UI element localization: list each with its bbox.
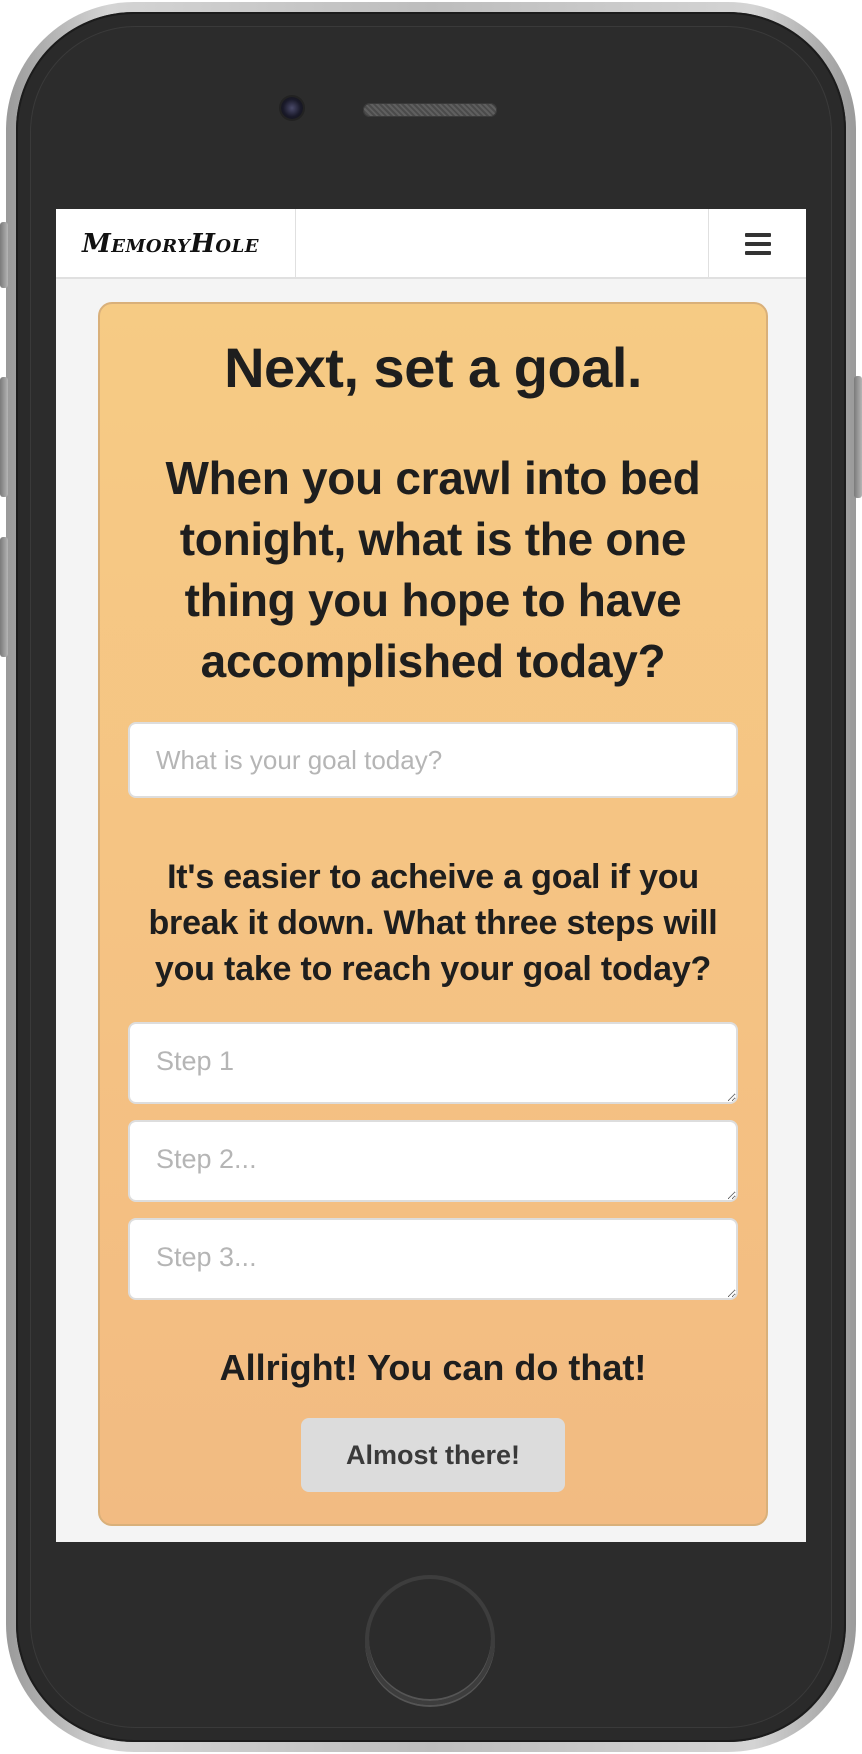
power-button [854, 376, 862, 498]
page-title: Next, set a goal. [224, 336, 642, 399]
earpiece-speaker [363, 103, 497, 117]
goal-input[interactable] [128, 722, 738, 798]
encouragement-text: Allright! You can do that! [219, 1347, 647, 1388]
step-3-input[interactable] [128, 1218, 738, 1300]
goal-question: When you crawl into bed tonight, what is… [165, 452, 701, 687]
brand-logo[interactable]: MemoryHole [56, 209, 296, 279]
hamburger-menu-icon [744, 233, 771, 255]
front-camera [281, 97, 303, 119]
step-2-input[interactable] [128, 1120, 738, 1202]
phone-screen: MemoryHole Next, set a goal. When you cr… [56, 209, 806, 1542]
steps-prompt: It's easier to acheive a goal if you bre… [148, 858, 718, 988]
home-button [365, 1575, 495, 1705]
top-navbar: MemoryHole [56, 209, 806, 279]
volume-down-button [0, 537, 8, 657]
step-1-input[interactable] [128, 1022, 738, 1104]
almost-there-button[interactable]: Almost there! [301, 1418, 565, 1492]
volume-up-button [0, 377, 8, 497]
goal-card: Next, set a goal. When you crawl into be… [98, 302, 768, 1526]
menu-toggle-button[interactable] [708, 209, 806, 279]
mute-switch [0, 222, 8, 288]
